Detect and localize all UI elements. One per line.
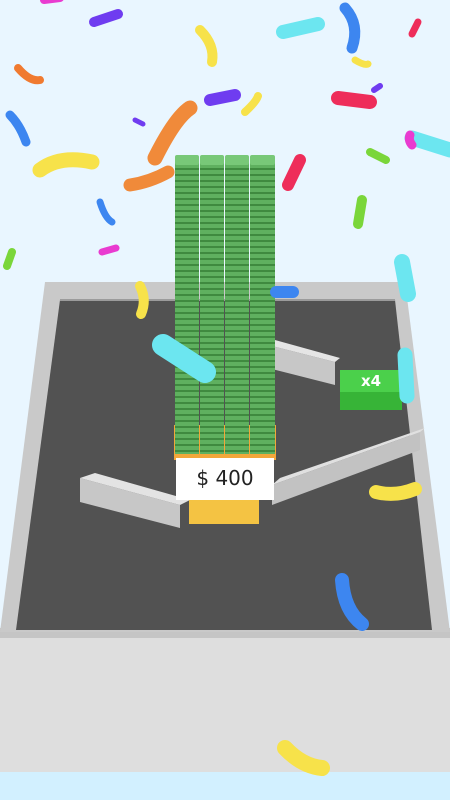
bottom-strip xyxy=(0,772,450,800)
table-base xyxy=(0,632,450,772)
confetti-piece xyxy=(397,347,415,404)
confetti-piece xyxy=(98,244,120,256)
confetti-piece xyxy=(369,482,422,501)
confetti-piece xyxy=(135,281,149,319)
money-stack xyxy=(225,155,249,454)
confetti-piece xyxy=(3,248,16,270)
money-stack xyxy=(200,155,224,454)
confetti-piece xyxy=(394,254,416,302)
confetti-piece xyxy=(331,91,377,109)
confetti-piece xyxy=(353,195,367,229)
confetti-piece xyxy=(371,83,383,93)
multiplier-pad xyxy=(340,370,402,410)
game-scene xyxy=(0,0,450,800)
confetti-piece xyxy=(204,89,241,106)
confetti-piece xyxy=(404,130,417,150)
confetti-piece xyxy=(276,17,325,39)
money-stack xyxy=(250,155,275,454)
money-stack xyxy=(175,155,199,454)
money-stacks xyxy=(175,155,275,454)
